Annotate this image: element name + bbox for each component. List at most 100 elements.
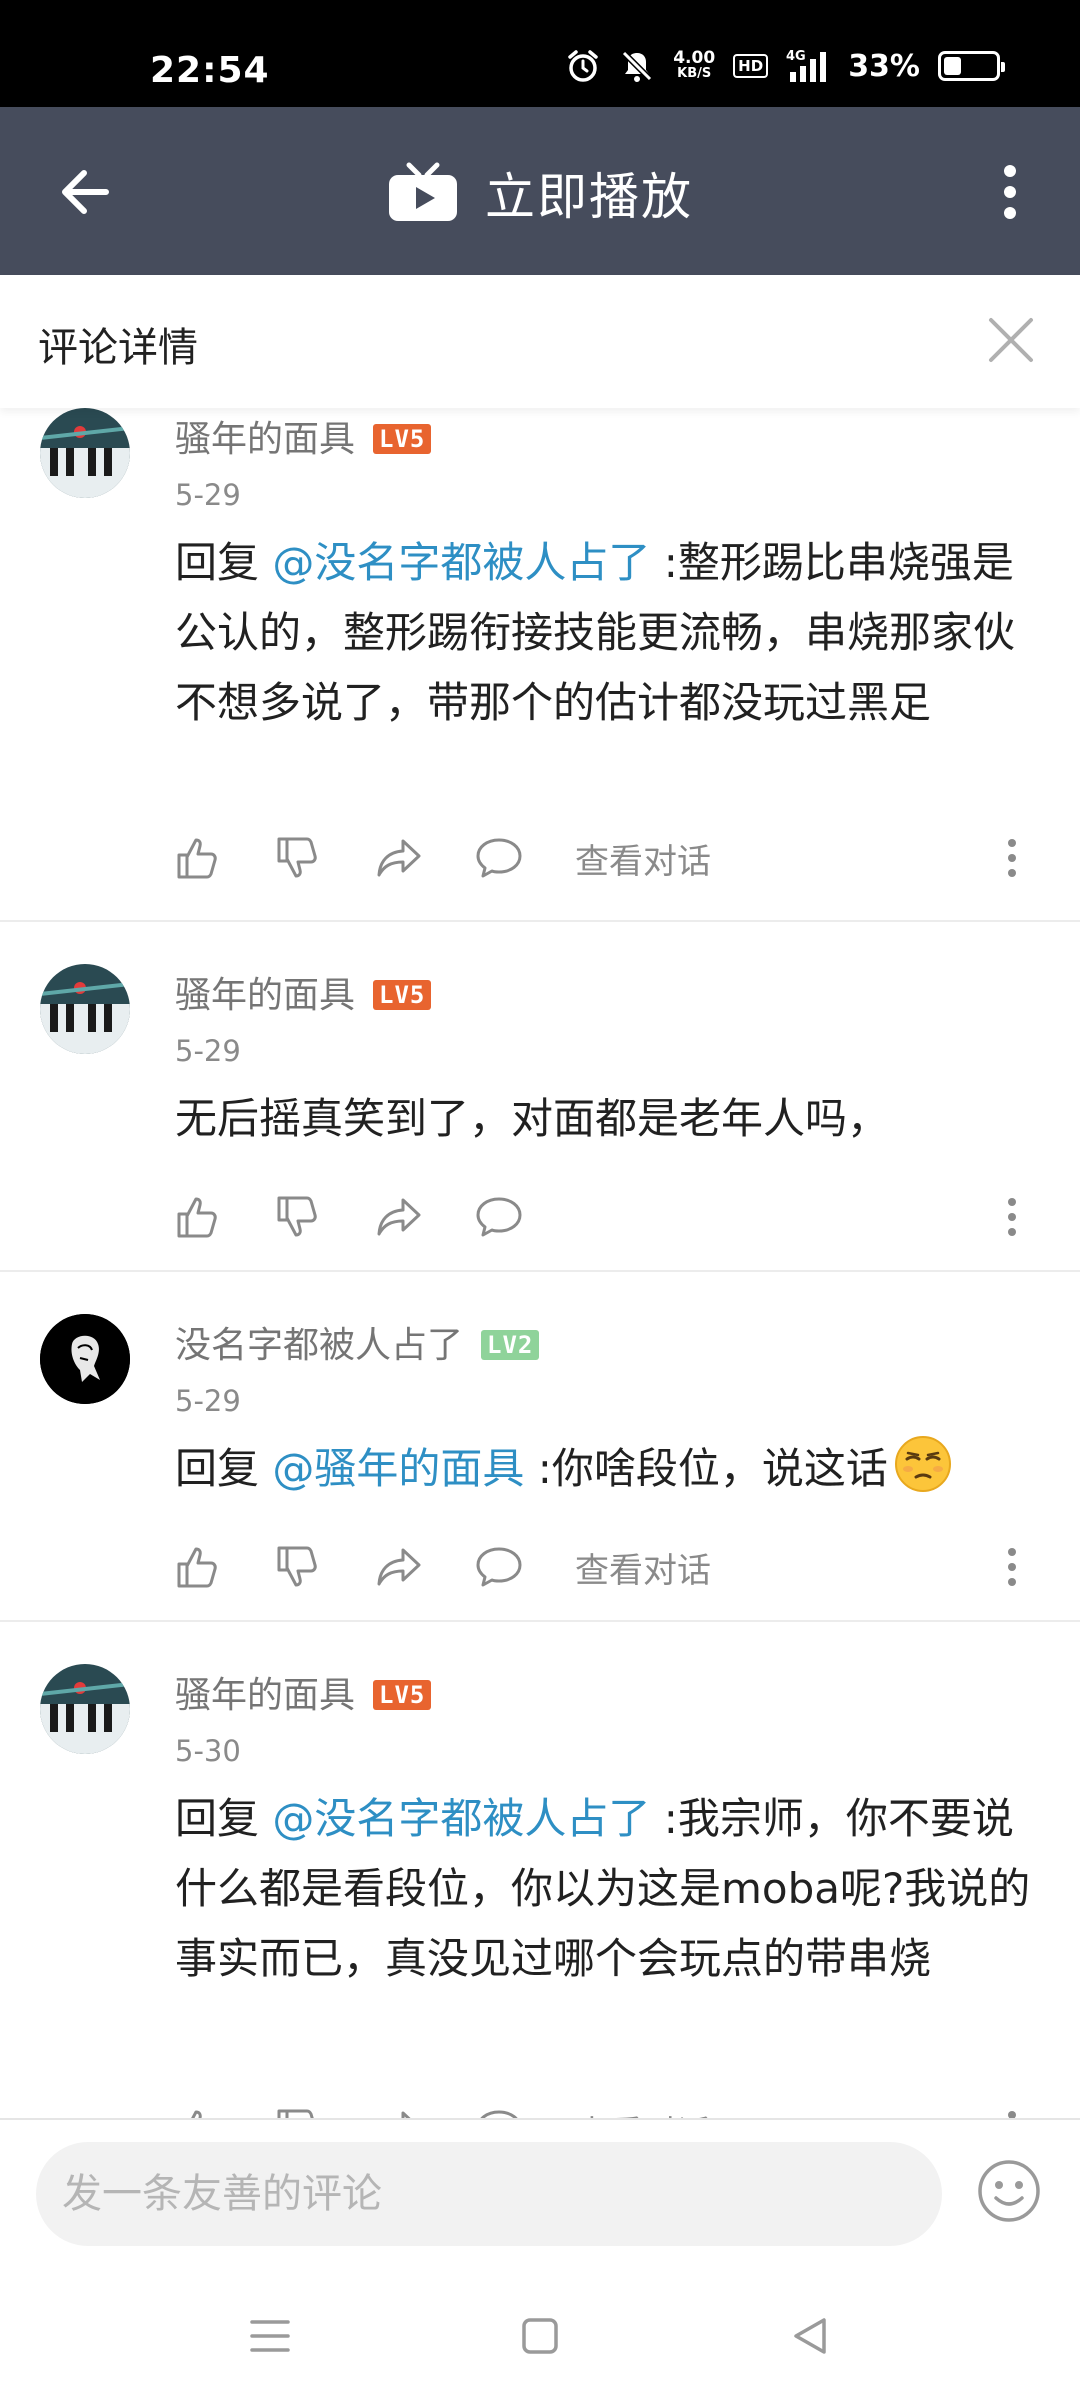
comment-bubble-icon: [480, 2110, 518, 2118]
comment-bubble-icon: [476, 1197, 522, 1237]
level-badge: LV5: [373, 980, 432, 1010]
comment-text: 回复 @没名字都被人占了 :整形踢比串烧强是公认的，整形踢衔接技能更流畅，串烧那…: [175, 528, 1035, 738]
thumbs-down-icon: [277, 837, 317, 878]
close-icon: [989, 318, 1033, 362]
avatar[interactable]: [40, 1314, 130, 1404]
thumbs-up-icon: [191, 2110, 202, 2118]
comment-more-button[interactable]: [992, 1187, 1032, 1247]
play-now-button[interactable]: 立即播放: [0, 157, 1080, 229]
square-home-icon: [522, 2318, 558, 2354]
dislike-button[interactable]: [275, 2100, 375, 2118]
comment-item: 骚年的面具 LV5 5-30 回复 @没名字都被人占了 :我宗师，你不要说什么都是…: [0, 1622, 1080, 2118]
like-button[interactable]: [175, 1537, 275, 1597]
comment-bubble-icon: [476, 838, 522, 878]
avatar[interactable]: [40, 408, 130, 498]
dislike-button[interactable]: [275, 1537, 375, 1597]
dislike-button[interactable]: [275, 1187, 375, 1247]
comment-text: 回复 @骚年的面具 :你啥段位，说这话: [175, 1434, 1035, 1514]
comment-bubble-icon: [476, 1547, 522, 1587]
view-conversation-link[interactable]: 查看对话: [575, 2106, 711, 2119]
dislike-button[interactable]: [275, 828, 375, 888]
smiley-icon: [978, 2160, 1040, 2222]
comment-list[interactable]: 骚年的面具 LV5 5-29 回复 @没名字都被人占了 :整形踢比串烧强是公认的，…: [0, 408, 1080, 2118]
mention-link[interactable]: @没名字都被人占了: [272, 538, 650, 587]
comment-item: 没名字都被人占了 LV2 5-29 回复 @骚年的面具 :你啥段位，说这话 查看对…: [0, 1272, 1080, 1622]
avatar[interactable]: [40, 964, 130, 1054]
reply-button[interactable]: [475, 828, 575, 888]
mention-link[interactable]: @没名字都被人占了: [272, 1794, 650, 1843]
username-text: 没名字都被人占了: [175, 1325, 464, 1366]
share-icon: [401, 2111, 411, 2118]
emoji-button[interactable]: [976, 2158, 1042, 2224]
username[interactable]: 骚年的面具 LV5: [175, 1666, 432, 1718]
comment-date: 5-29: [175, 1034, 241, 1068]
comment-input[interactable]: [36, 2142, 942, 2246]
like-button[interactable]: [175, 2100, 275, 2118]
nav-home-button[interactable]: [510, 2306, 570, 2366]
reply-prefix: 回复: [175, 1444, 273, 1493]
alarm-icon: [565, 48, 601, 84]
view-conversation-link[interactable]: 查看对话: [575, 834, 711, 883]
nav-back-button[interactable]: [780, 2306, 840, 2366]
hd-badge: HD: [733, 54, 769, 78]
level-badge: LV5: [373, 1680, 432, 1710]
close-button[interactable]: [982, 311, 1040, 369]
reply-prefix: 回复: [175, 1794, 273, 1843]
reply-button[interactable]: [475, 1187, 575, 1247]
more-vertical-icon: [1004, 165, 1016, 219]
comment-actions: [175, 1187, 1050, 1247]
username-text: 骚年的面具: [175, 1675, 356, 1716]
more-vertical-icon: [1008, 1198, 1016, 1236]
username-text: 骚年的面具: [175, 975, 356, 1016]
comment-actions: 查看对话: [175, 1537, 1050, 1597]
more-vertical-icon: [1008, 2111, 1016, 2118]
comment-text: 无后摇真笑到了，对面都是老年人吗，: [175, 1094, 890, 1143]
comment-item: 骚年的面具 LV5 5-29 无后摇真笑到了，对面都是老年人吗，: [0, 922, 1080, 1272]
app-bar: 立即播放: [0, 107, 1080, 275]
thumbs-down-icon: [277, 1546, 317, 1587]
avatar[interactable]: [40, 1664, 130, 1754]
comment-more-button[interactable]: [992, 828, 1032, 888]
battery-icon: [938, 51, 1005, 81]
username-text: 骚年的面具: [175, 419, 356, 460]
username[interactable]: 没名字都被人占了 LV2: [175, 1316, 540, 1368]
status-bar: 22:54 4.00 KB/S HD 4G 33%: [0, 0, 1080, 107]
mute-icon: [619, 48, 655, 84]
signal-icon: 4G: [786, 48, 830, 84]
comment-body: :你啥段位，说这话: [524, 1444, 888, 1493]
share-button[interactable]: [375, 828, 475, 888]
battery-percent: 33%: [848, 48, 920, 84]
more-options-button[interactable]: [980, 157, 1040, 227]
menu-icon: [250, 2320, 290, 2352]
network-speed-value: 4.00: [673, 48, 716, 68]
tv-play-icon: [389, 162, 457, 221]
share-icon: [377, 1198, 421, 1236]
comment-input-bar: [0, 2118, 1080, 2268]
level-badge: LV2: [481, 1330, 540, 1360]
username[interactable]: 骚年的面具 LV5: [175, 966, 432, 1018]
more-vertical-icon: [1008, 1548, 1016, 1586]
share-button[interactable]: [375, 1537, 475, 1597]
comment-date: 5-29: [175, 478, 241, 512]
comment-more-button[interactable]: [992, 1537, 1032, 1597]
nav-menu-button[interactable]: [240, 2306, 300, 2366]
share-icon: [377, 839, 421, 877]
like-button[interactable]: [175, 1187, 275, 1247]
reply-prefix: 回复: [175, 538, 273, 587]
piano-avatar-icon: [40, 964, 130, 1054]
share-button[interactable]: [375, 2100, 475, 2118]
comment-more-button[interactable]: [992, 2100, 1032, 2118]
comment-actions: 查看对话: [175, 828, 1050, 888]
piano-avatar-icon: [40, 408, 130, 498]
mention-link[interactable]: @骚年的面具: [272, 1444, 524, 1493]
triangle-back-icon: [794, 2318, 826, 2354]
reply-button[interactable]: [475, 2100, 575, 2118]
username[interactable]: 骚年的面具 LV5: [175, 410, 432, 462]
smug-face-emoji-icon: [894, 1435, 952, 1514]
view-conversation-link[interactable]: 查看对话: [575, 1543, 711, 1592]
reply-button[interactable]: [475, 1537, 575, 1597]
like-button[interactable]: [175, 828, 275, 888]
network-speed: 4.00 KB/S: [673, 48, 716, 82]
app-title: 立即播放: [485, 168, 693, 226]
share-button[interactable]: [375, 1187, 475, 1247]
